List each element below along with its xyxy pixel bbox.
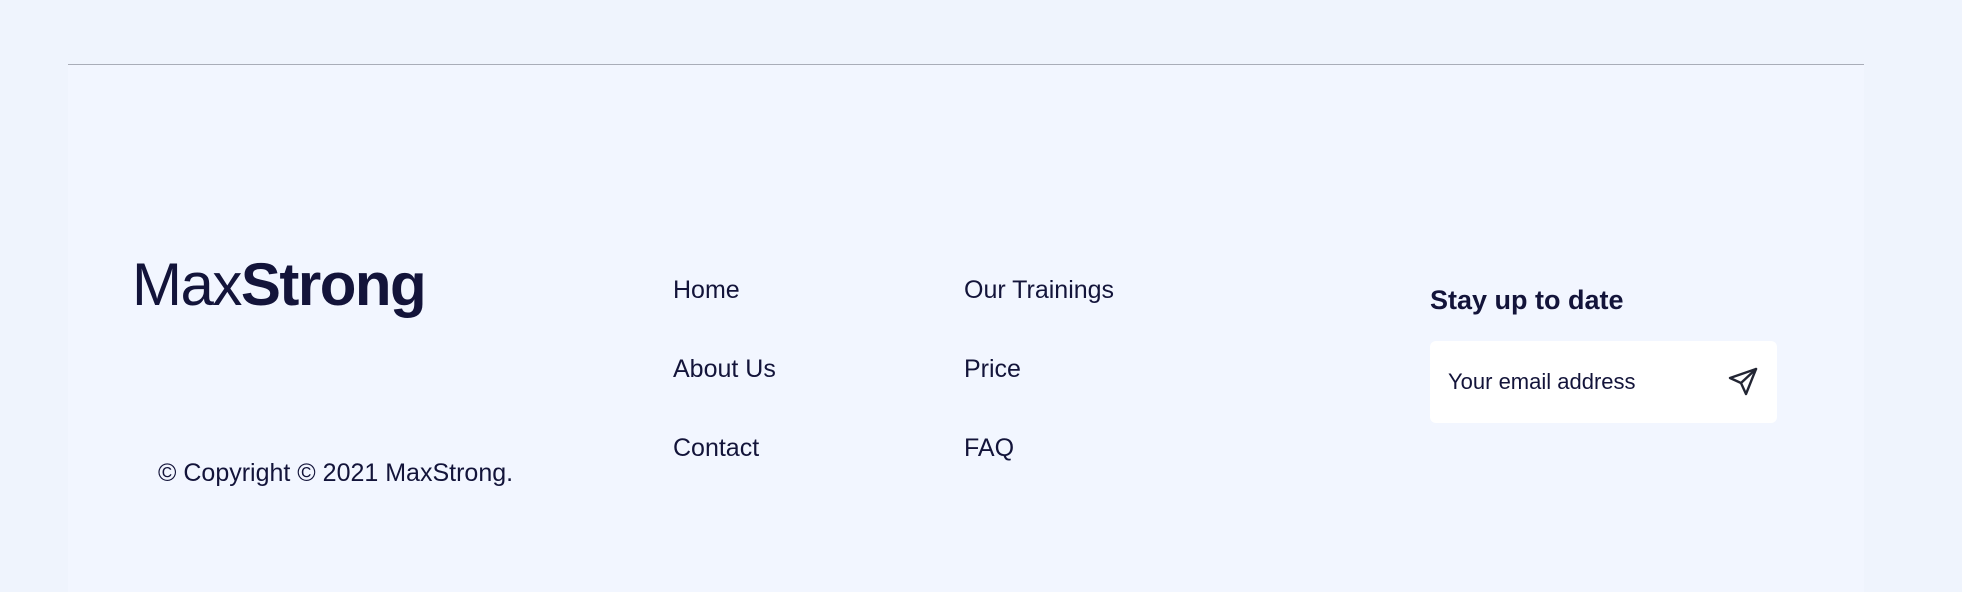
brand-logo[interactable]: MaxStrong [132,255,427,315]
footer-nav-column-2: Our Trainings Price FAQ [964,275,1114,512]
site-footer: MaxStrong © Copyright © 2021 MaxStrong. … [68,64,1864,592]
nav-link-about-us[interactable]: About Us [673,354,776,384]
nav-link-our-trainings[interactable]: Our Trainings [964,275,1114,305]
footer-nav-column-1: Home About Us Contact [673,275,776,512]
logo-text-light: Max [132,251,242,318]
newsletter-subscribe: Stay up to date [1430,283,1780,423]
nav-link-faq[interactable]: FAQ [964,433,1114,463]
subscribe-title: Stay up to date [1430,285,1624,315]
nav-link-price[interactable]: Price [964,354,1114,384]
email-form [1430,341,1777,423]
email-input[interactable] [1448,341,1718,423]
copyright-text: © Copyright © 2021 MaxStrong. [158,459,514,487]
send-button[interactable] [1727,366,1759,398]
nav-link-contact[interactable]: Contact [673,433,776,463]
page: MaxStrong © Copyright © 2021 MaxStrong. … [0,0,1962,592]
nav-link-home[interactable]: Home [673,275,776,305]
logo-text-bold: Strong [240,251,427,318]
send-icon [1727,366,1759,398]
